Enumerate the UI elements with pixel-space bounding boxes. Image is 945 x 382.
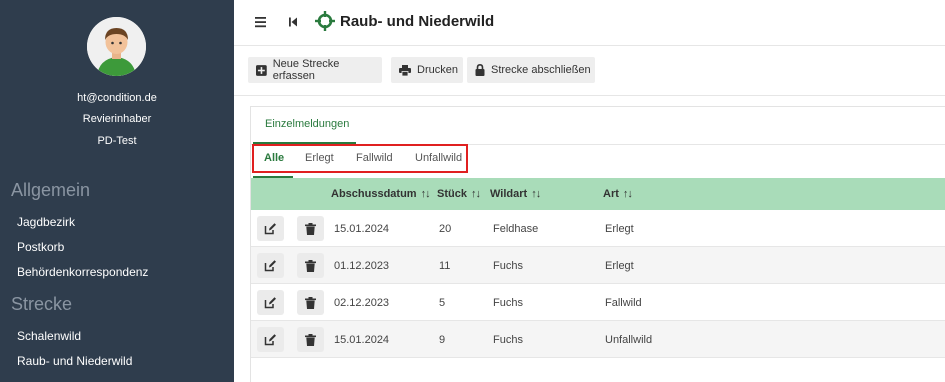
edit-button[interactable] bbox=[257, 290, 284, 315]
avatar-icon bbox=[87, 17, 146, 76]
cell-type: Erlegt bbox=[605, 223, 634, 235]
trash-icon bbox=[305, 259, 316, 272]
filter-tab-alle[interactable]: Alle bbox=[264, 152, 284, 164]
column-header-abschussdatum[interactable]: Abschussdatum ↑↓ bbox=[331, 188, 431, 200]
new-entry-button[interactable]: Neue Strecke erfassen bbox=[248, 57, 382, 83]
edit-button[interactable] bbox=[257, 216, 284, 241]
sidebar-item-schalenwild[interactable]: Schalenwild bbox=[17, 329, 81, 343]
lock-icon bbox=[475, 64, 485, 76]
section-allgemein: Allgemein bbox=[11, 180, 91, 200]
cell-type: Fallwild bbox=[605, 297, 642, 309]
user-avatar bbox=[87, 17, 146, 76]
cell-date: 15.01.2024 bbox=[334, 223, 390, 235]
sort-icon: ↑↓ bbox=[470, 188, 481, 200]
edit-icon bbox=[264, 297, 276, 309]
cell-species: Fuchs bbox=[493, 334, 523, 346]
sidebar-item-postkorb[interactable]: Postkorb bbox=[17, 240, 64, 254]
table-row: 15.01.2024 9 Fuchs Unfallwild bbox=[251, 321, 945, 358]
column-header-art[interactable]: Art ↑↓ bbox=[603, 188, 633, 200]
edit-icon bbox=[264, 223, 276, 235]
menu-icon[interactable] bbox=[254, 15, 268, 29]
page-title: Raub- und Niederwild bbox=[340, 13, 495, 30]
filter-tab-unfallwild[interactable]: Unfallwild bbox=[415, 152, 462, 164]
print-label: Drucken bbox=[417, 64, 458, 76]
section-strecke: Strecke bbox=[11, 294, 73, 314]
delete-button[interactable] bbox=[297, 290, 324, 315]
column-label: Stück bbox=[437, 188, 467, 200]
cell-species: Fuchs bbox=[493, 297, 523, 309]
filter-tab-erlegt[interactable]: Erlegt bbox=[305, 152, 334, 164]
cell-count: 5 bbox=[439, 297, 446, 309]
column-header-stueck[interactable]: Stück ↑↓ bbox=[437, 188, 481, 200]
cell-count: 11 bbox=[439, 260, 451, 272]
sidebar-item-behoerdenkorrespondenz[interactable]: Behördenkorrespondenz bbox=[17, 265, 148, 279]
toolbar: Neue Strecke erfassen Drucken Strecke ab… bbox=[234, 46, 945, 96]
table-row: 02.12.2023 5 Fuchs Fallwild bbox=[251, 284, 945, 321]
column-label: Abschussdatum bbox=[331, 188, 417, 200]
top-bar: Raub- und Niederwild bbox=[234, 0, 945, 46]
new-entry-label: Neue Strecke erfassen bbox=[272, 58, 340, 82]
cell-date: 01.12.2023 bbox=[334, 260, 390, 272]
delete-button[interactable] bbox=[297, 253, 324, 278]
printer-icon bbox=[399, 64, 411, 76]
cell-date: 15.01.2024 bbox=[334, 334, 390, 346]
print-button[interactable]: Drucken bbox=[391, 57, 463, 83]
column-label: Art bbox=[603, 188, 619, 200]
delete-button[interactable] bbox=[297, 216, 324, 241]
edit-button[interactable] bbox=[257, 253, 284, 278]
column-label: Wildart bbox=[490, 188, 528, 200]
delete-button[interactable] bbox=[297, 327, 324, 352]
trash-icon bbox=[305, 333, 316, 346]
trash-icon bbox=[305, 296, 316, 309]
cell-type: Unfallwild bbox=[605, 334, 653, 346]
column-header-wildart[interactable]: Wildart ↑↓ bbox=[490, 188, 541, 200]
user-role: Revierinhaber bbox=[82, 113, 152, 125]
cell-species: Fuchs bbox=[493, 260, 523, 272]
edit-icon bbox=[264, 334, 276, 346]
sort-icon: ↑↓ bbox=[531, 188, 541, 200]
sidebar: ht@condition.de Revierinhaber PD-Test Al… bbox=[0, 0, 234, 382]
close-strecke-button[interactable]: Strecke abschließen bbox=[467, 57, 595, 83]
collapse-sidebar-icon[interactable] bbox=[286, 15, 300, 29]
trash-icon bbox=[305, 222, 316, 235]
user-email: ht@condition.de bbox=[77, 92, 157, 104]
crosshair-icon bbox=[315, 11, 335, 31]
table-row: 15.01.2024 20 Feldhase Erlegt bbox=[251, 210, 945, 247]
cell-species: Feldhase bbox=[493, 223, 539, 235]
edit-icon bbox=[264, 260, 276, 272]
cell-type: Erlegt bbox=[605, 260, 634, 272]
sort-icon: ↑↓ bbox=[622, 188, 633, 200]
cell-count: 20 bbox=[439, 223, 452, 235]
plus-square-icon bbox=[256, 64, 267, 76]
tab-einzelmeldungen[interactable]: Einzelmeldungen bbox=[265, 118, 349, 130]
table-header: Abschussdatum ↑↓ Stück ↑↓ Wildart ↑↓ Art ↑↓ bbox=[251, 178, 945, 210]
table-row: 01.12.2023 11 Fuchs Erlegt bbox=[251, 247, 945, 284]
filter-tab-fallwild[interactable]: Fallwild bbox=[356, 152, 393, 164]
cell-count: 9 bbox=[439, 334, 446, 346]
sort-icon: ↑↓ bbox=[420, 188, 431, 200]
cell-date: 02.12.2023 bbox=[334, 297, 390, 309]
user-org: PD-Test bbox=[97, 135, 137, 147]
close-strecke-label: Strecke abschließen bbox=[491, 64, 591, 76]
sidebar-item-raub-niederwild[interactable]: Raub- und Niederwild bbox=[17, 354, 132, 368]
sidebar-item-jagdbezirk[interactable]: Jagdbezirk bbox=[17, 215, 75, 229]
edit-button[interactable] bbox=[257, 327, 284, 352]
